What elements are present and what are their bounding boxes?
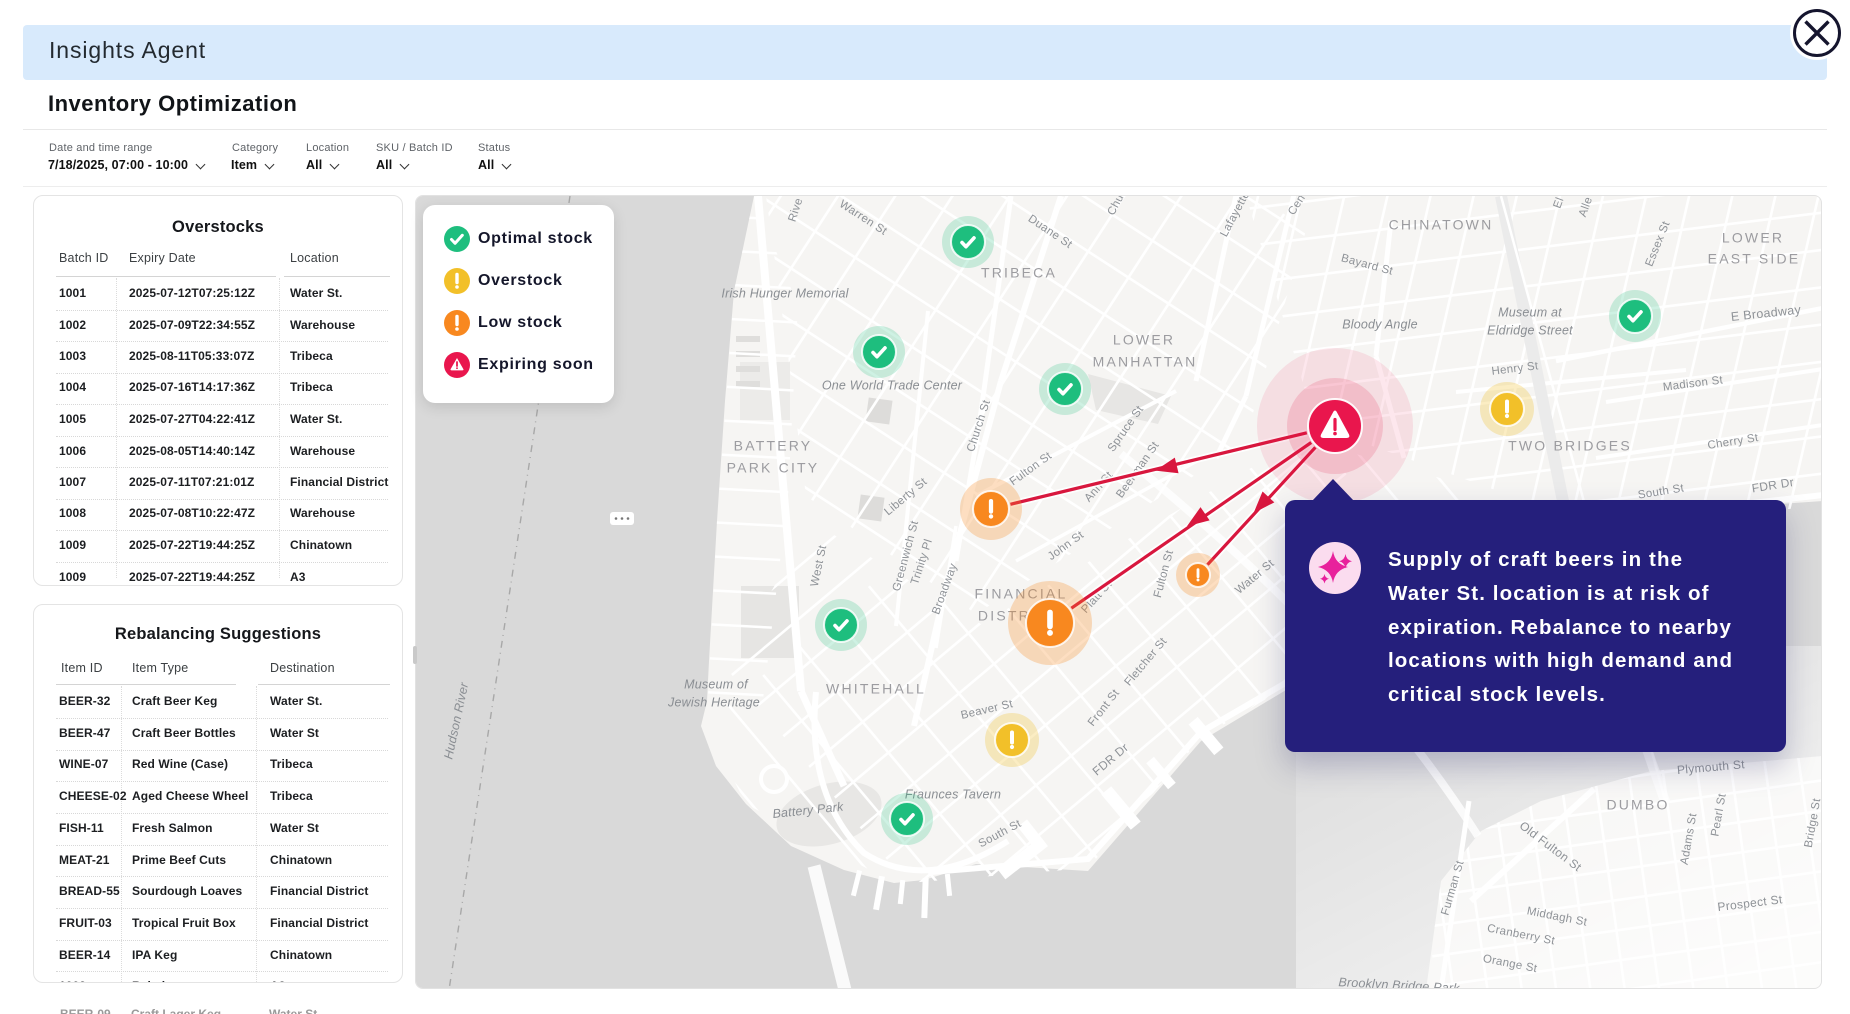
svg-text:Irish Hunger Memorial: Irish Hunger Memorial — [721, 286, 849, 300]
svg-text:TRIBECA: TRIBECA — [981, 265, 1057, 281]
svg-text:LOWER: LOWER — [1722, 230, 1784, 246]
svg-text:Eldridge Street: Eldridge Street — [1487, 323, 1573, 337]
svg-text:CHINATOWN: CHINATOWN — [1389, 217, 1494, 233]
svg-text:Bloody Angle: Bloody Angle — [1342, 317, 1418, 331]
svg-text:One World Trade Center: One World Trade Center — [822, 378, 963, 392]
svg-text:PARK CITY: PARK CITY — [727, 460, 820, 476]
svg-text:LOWER: LOWER — [1113, 332, 1175, 348]
svg-text:TWO BRIDGES: TWO BRIDGES — [1508, 438, 1632, 454]
svg-text:WHITEHALL: WHITEHALL — [826, 681, 926, 697]
svg-text:DUMBO: DUMBO — [1606, 797, 1669, 813]
svg-text:BATTERY: BATTERY — [734, 438, 813, 454]
svg-text:EAST SIDE: EAST SIDE — [1708, 251, 1801, 267]
svg-text:Jewish Heritage: Jewish Heritage — [667, 695, 760, 709]
svg-text:Museum at: Museum at — [1498, 305, 1562, 319]
svg-text:Museum of: Museum of — [684, 677, 749, 691]
svg-text:MANHATTAN: MANHATTAN — [1093, 354, 1198, 370]
